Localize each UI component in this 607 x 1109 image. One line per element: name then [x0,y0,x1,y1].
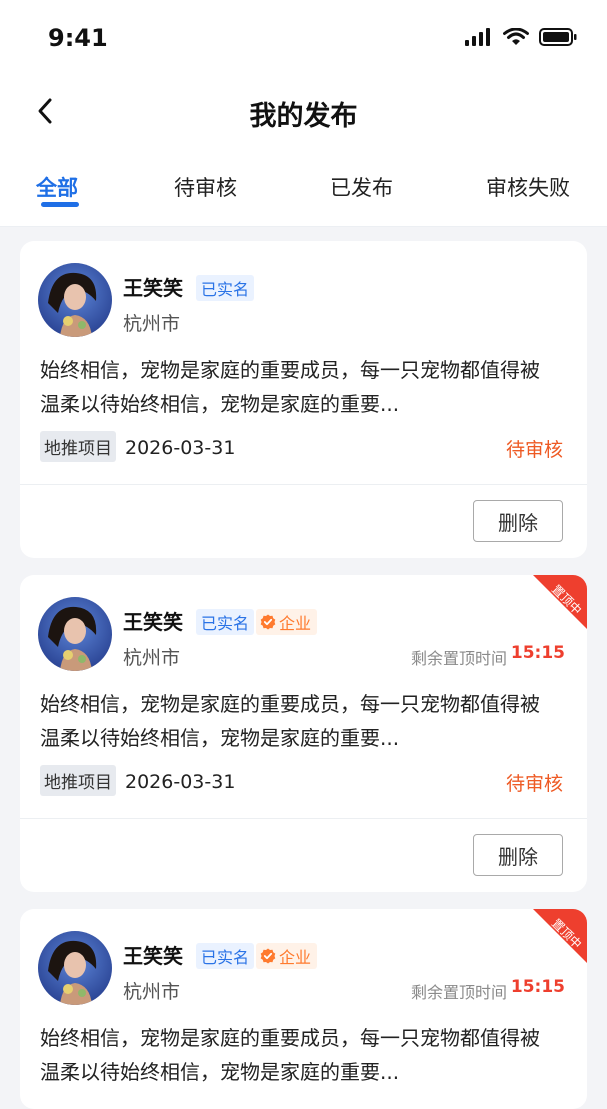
page-title: 我的发布 [249,101,358,132]
verified-check-icon [260,948,276,964]
post-date: 2026-03-31 [125,771,236,793]
status-label: 待审核 [505,439,563,461]
tab-pending[interactable]: 待审核 [174,172,237,202]
tab-active-indicator [41,202,79,207]
author-name: 王笑笑 [123,610,183,634]
status-bar: 9:41 [0,0,607,76]
avatar [38,931,112,1005]
pin-remaining-time: 15:15 [510,643,565,663]
post-content: 始终相信，宠物是家庭的重要成员，每一只宠物都值得被温柔以待始终相信，宠物是家庭的… [40,692,540,750]
pinned-ribbon: 置顶中 [533,909,587,963]
avatar [38,263,112,337]
tab-all[interactable]: 全部 [36,172,78,202]
tab-bar: 全部 待审核 已发布 审核失败 [0,146,607,227]
nav-bar: 我的发布 [0,76,607,146]
verified-badge: 已实名 [196,943,255,969]
delete-button[interactable]: 删除 [473,500,563,542]
post-content: 始终相信，宠物是家庭的重要成员，每一只宠物都值得被温柔以待始终相信，宠物是家庭的… [40,358,540,416]
verified-check-icon [260,614,276,630]
author-city: 杭州市 [123,647,181,669]
author-name: 王笑笑 [123,276,183,300]
pin-remaining-time: 15:15 [510,977,565,997]
author-name: 王笑笑 [123,944,183,968]
tab-failed[interactable]: 审核失败 [486,172,570,202]
wifi-icon [503,28,529,45]
post-card[interactable]: 王笑笑 已实名 杭州市 始终相信，宠物是家庭的重要成员，每一只宠物都值得被温柔以… [20,241,587,558]
tab-published[interactable]: 已发布 [330,172,393,202]
delete-button[interactable]: 删除 [473,834,563,876]
post-content: 始终相信，宠物是家庭的重要成员，每一只宠物都值得被温柔以待始终相信，宠物是家庭的… [40,1026,540,1084]
enterprise-label: 企业 [279,948,312,967]
author-city: 杭州市 [123,981,181,1003]
post-date: 2026-03-31 [125,437,236,459]
verified-badge: 已实名 [196,609,255,635]
enterprise-badge: 企业 [256,609,318,635]
verified-badge: 已实名 [196,275,255,301]
status-icons [465,28,577,46]
divider [20,484,587,485]
post-card[interactable]: 王笑笑 已实名 企业 杭州市 剩余置顶时间 15:15 始终相信，宠物是家庭的重… [20,575,587,892]
status-time: 9:41 [48,24,108,52]
signal-icon [465,28,490,46]
project-tag: 地推项目 [40,431,116,462]
avatar [38,597,112,671]
divider [20,818,587,819]
author-city: 杭州市 [123,313,181,335]
project-tag: 地推项目 [40,765,116,796]
pin-remaining-label: 剩余置顶时间 [410,649,507,668]
post-card[interactable]: 王笑笑 已实名 企业 杭州市 剩余置顶时间 15:15 始终相信，宠物是家庭的重… [20,909,587,1109]
enterprise-badge: 企业 [256,943,318,969]
enterprise-label: 企业 [279,614,312,633]
pin-remaining-label: 剩余置顶时间 [410,983,507,1002]
status-label: 待审核 [505,773,563,795]
battery-icon [539,28,577,46]
pinned-ribbon: 置顶中 [533,575,587,629]
